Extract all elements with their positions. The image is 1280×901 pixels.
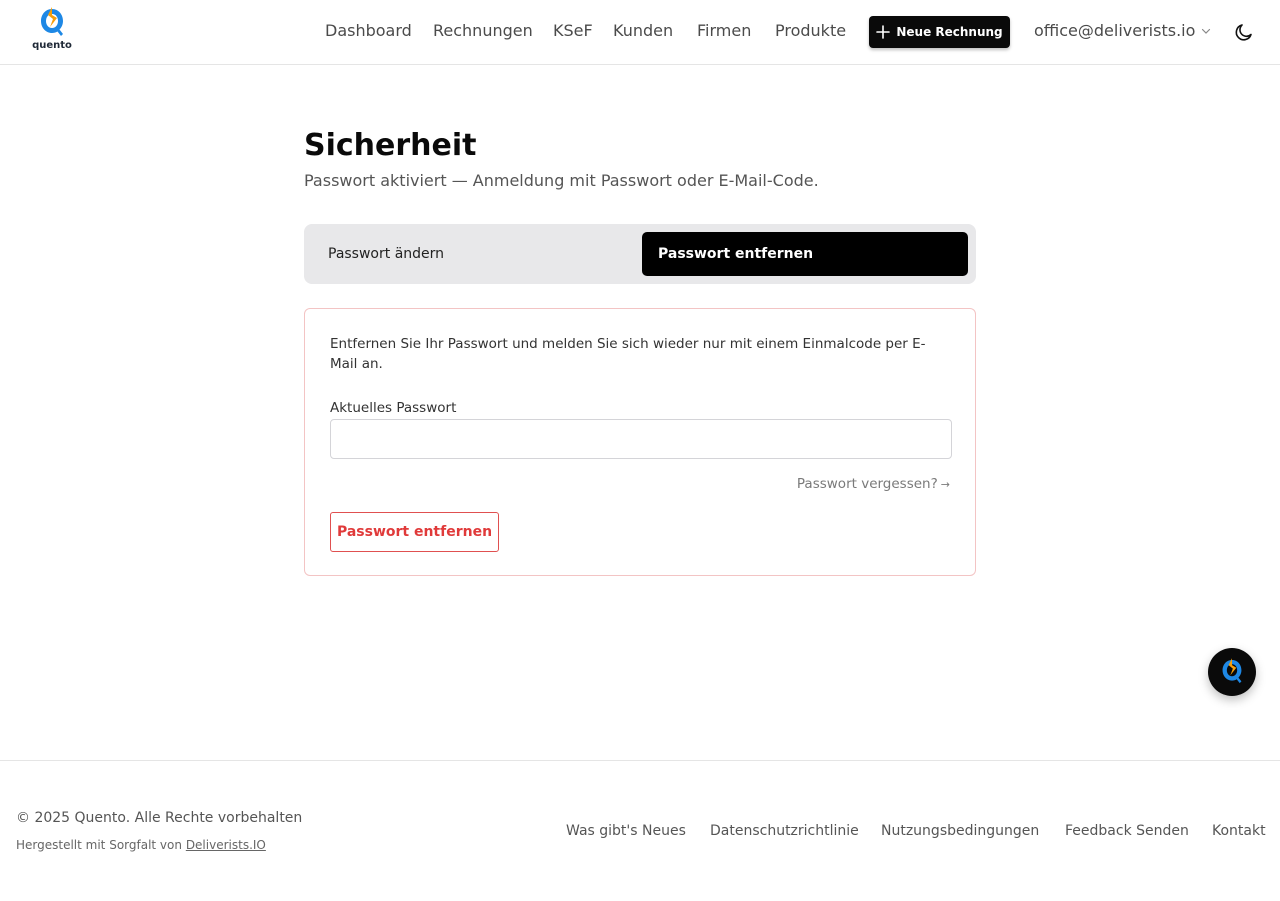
made-by-prefix: Hergestellt mit Sorgfalt von — [16, 838, 182, 852]
footer: © 2025 Quento. Alle Rechte vorbehalten H… — [0, 760, 1280, 901]
remove-password-button[interactable]: Passwort entfernen — [330, 512, 499, 552]
new-invoice-label: Neue Rechnung — [896, 25, 1003, 39]
nav-kunden[interactable]: Kunden — [613, 21, 673, 40]
quento-logo-icon — [41, 7, 63, 36]
theme-toggle-button[interactable] — [1233, 21, 1255, 43]
moon-icon — [1235, 24, 1252, 41]
new-invoice-button[interactable]: Neue Rechnung — [869, 16, 1010, 48]
arrow-right-icon: → — [940, 478, 950, 491]
remove-password-card: Entfernen Sie Ihr Passwort und melden Si… — [304, 308, 976, 576]
nav-firmen[interactable]: Firmen — [697, 21, 751, 40]
forgot-password-label: Passwort vergessen? — [796, 476, 938, 492]
nav-produkte[interactable]: Produkte — [775, 21, 846, 40]
assistant-button[interactable] — [1208, 648, 1256, 696]
footer-link-contact[interactable]: Kontakt — [1212, 823, 1266, 839]
card-description: Entfernen Sie Ihr Passwort und melden Si… — [330, 336, 926, 372]
footer-link-feedback[interactable]: Feedback Senden — [1065, 823, 1189, 839]
footer-link-whats-new[interactable]: Was gibt's Neues — [566, 823, 686, 839]
made-by-text: Hergestellt mit Sorgfalt von Deliverists… — [16, 838, 266, 852]
nav-rechnungen[interactable]: Rechnungen — [433, 21, 533, 40]
chevron-down-icon — [1202, 28, 1211, 34]
current-password-label: Aktuelles Passwort — [330, 400, 457, 416]
user-email: office@deliverists.io — [1034, 21, 1196, 40]
top-navigation-bar: quento Dashboard Rechnungen KSeF Kunden … — [0, 0, 1280, 65]
nav-ksef[interactable]: KSeF — [553, 21, 593, 40]
copyright-text: © 2025 Quento. Alle Rechte vorbehalten — [16, 810, 303, 826]
logo-wordmark: quento — [32, 40, 72, 51]
tab-remove-password[interactable]: Passwort entfernen — [642, 232, 968, 276]
quento-logo[interactable]: quento — [32, 7, 72, 55]
forgot-password-link[interactable]: Passwort vergessen? → — [797, 476, 950, 492]
footer-link-terms[interactable]: Nutzungsbedingungen — [881, 823, 1039, 839]
password-tabs: Passwort ändern Passwort entfernen — [304, 224, 976, 284]
nav-dashboard[interactable]: Dashboard — [325, 21, 412, 40]
tab-change-password[interactable]: Passwort ändern — [312, 232, 638, 276]
current-password-input[interactable] — [330, 419, 952, 459]
deliverists-link[interactable]: Deliverists.IO — [186, 838, 266, 852]
user-menu[interactable]: office@deliverists.io — [1034, 21, 1211, 40]
page-subtitle: Passwort aktiviert — Anmeldung mit Passw… — [304, 171, 819, 190]
quento-assistant-icon — [1222, 658, 1242, 684]
footer-link-privacy[interactable]: Datenschutzrichtlinie — [710, 823, 859, 839]
page-title: Sicherheit — [304, 128, 477, 163]
plus-icon — [876, 25, 891, 39]
